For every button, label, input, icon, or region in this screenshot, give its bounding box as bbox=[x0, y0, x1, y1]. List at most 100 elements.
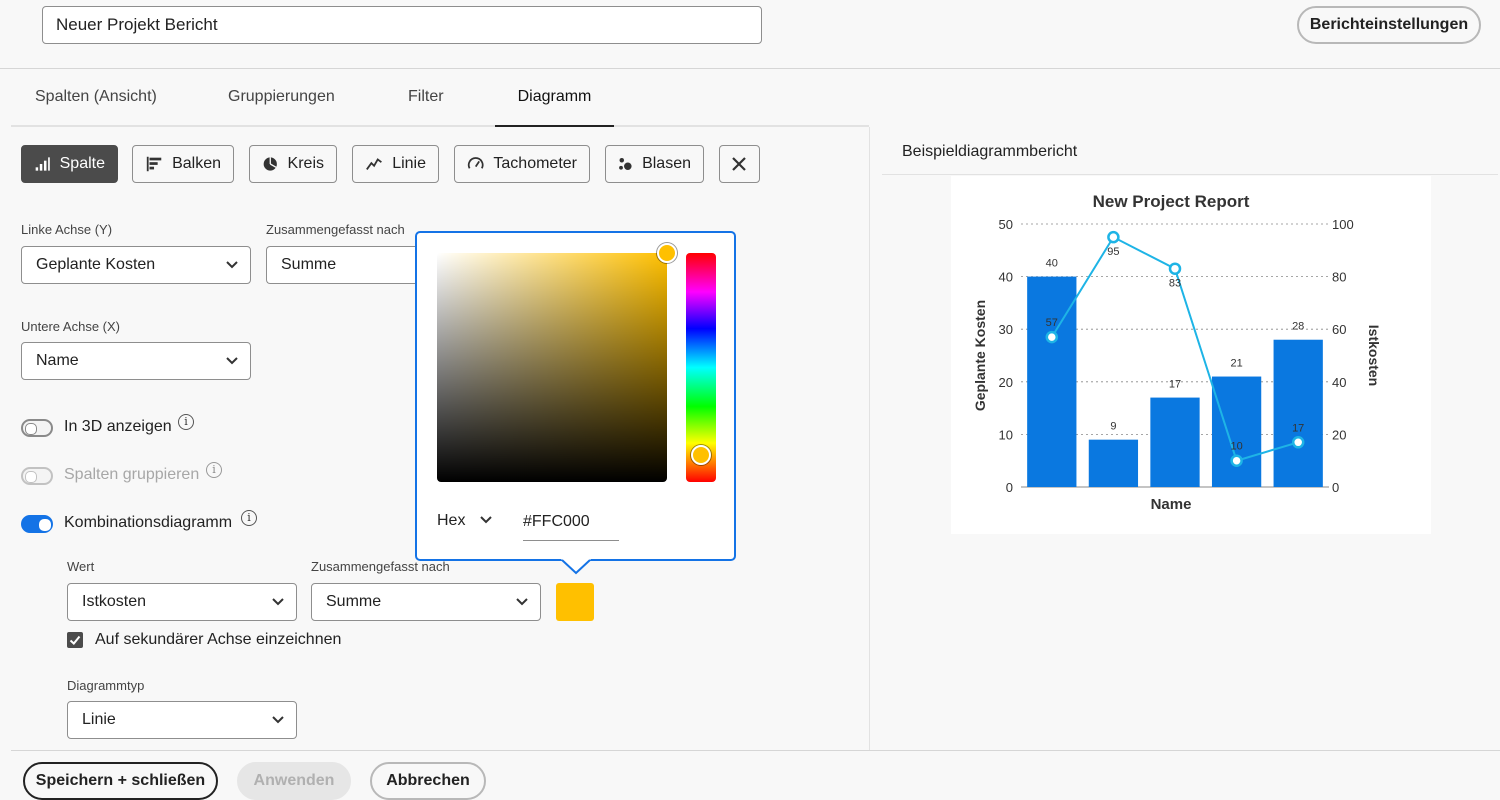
color-swatch[interactable] bbox=[556, 583, 594, 621]
bottom-axis-value: Name bbox=[36, 352, 79, 369]
y-axis-label: Geplante Kosten bbox=[972, 300, 988, 411]
tab-chart[interactable]: Diagramm bbox=[495, 88, 614, 127]
left-axis-value: Geplante Kosten bbox=[36, 256, 156, 273]
chevron-down-icon bbox=[272, 716, 284, 724]
x-axis-label: Name bbox=[1151, 496, 1192, 513]
chart-preview: New Project Report 0 10 20 30 40 50 0 20 40 60 80 10… bbox=[951, 176, 1431, 534]
chevron-down-icon bbox=[516, 598, 528, 606]
line-point bbox=[1107, 230, 1120, 244]
line-data-label: 95 bbox=[1107, 246, 1119, 258]
chart-type-pie-button[interactable]: Kreis bbox=[249, 145, 337, 183]
group-columns-label: Spalten gruppieren bbox=[64, 466, 200, 483]
line-data-label: 10 bbox=[1230, 441, 1242, 453]
left-aggregate-select[interactable]: Summe bbox=[266, 246, 426, 284]
tab-groupings[interactable]: Gruppierungen bbox=[228, 88, 335, 127]
secondary-axis-label: Auf sekundärer Achse einzeichnen bbox=[95, 631, 342, 648]
tab-columns[interactable]: Spalten (Ansicht) bbox=[35, 88, 157, 127]
combo-aggregate-select[interactable]: Summe bbox=[311, 583, 541, 621]
hue-handle[interactable] bbox=[691, 445, 711, 465]
y2-tick-label: 80 bbox=[1332, 270, 1346, 285]
line-data-label: 17 bbox=[1292, 422, 1304, 434]
left-axis-select[interactable]: Geplante Kosten bbox=[21, 246, 251, 284]
chart-svg: New Project Report 0 10 20 30 40 50 0 20 40 60 80 10… bbox=[972, 192, 1382, 513]
color-format-value: Hex bbox=[437, 512, 466, 529]
line-point bbox=[1291, 436, 1305, 449]
chart-type-label: Spalte bbox=[59, 155, 105, 172]
gauge-icon bbox=[467, 157, 484, 169]
line-point bbox=[1168, 262, 1182, 275]
bottom-axis-select[interactable]: Name bbox=[21, 342, 251, 380]
bar-data-label: 21 bbox=[1230, 358, 1242, 370]
preview-title: Beispieldiagrammbericht bbox=[902, 143, 1078, 160]
color-format-select[interactable]: Hex bbox=[437, 512, 492, 530]
chart-type-gauge-button[interactable]: Tachometer bbox=[454, 145, 590, 183]
chart-type-label: Kreis bbox=[287, 155, 324, 172]
combo-chart-label: Kombinationsdiagramm bbox=[64, 514, 233, 531]
chart-type-label: Blasen bbox=[642, 155, 691, 172]
tab-filter[interactable]: Filter bbox=[408, 88, 444, 127]
group-columns-toggle bbox=[21, 467, 53, 485]
y2-tick-label: 40 bbox=[1332, 375, 1346, 390]
bar bbox=[1150, 397, 1200, 487]
combo-aggregate-value: Summe bbox=[326, 593, 382, 610]
y-tick-label: 20 bbox=[999, 375, 1013, 390]
chevron-down-icon bbox=[226, 261, 238, 269]
bar-data-label: 9 bbox=[1110, 421, 1116, 433]
bar-chart-icon bbox=[146, 156, 162, 172]
combo-value-select[interactable]: Istkosten bbox=[67, 583, 297, 621]
y2-axis-label: Istkosten bbox=[1366, 325, 1382, 386]
header-bar: Neuer Projekt Bericht Berichteinstellung… bbox=[0, 0, 1500, 69]
y2-tick-label: 100 bbox=[1332, 217, 1354, 232]
bubble-chart-icon bbox=[619, 157, 632, 171]
remove-chart-button[interactable] bbox=[719, 145, 760, 183]
chart-preview-panel: Beispieldiagrammbericht New Project Repo… bbox=[869, 127, 1500, 750]
chart-type-line-button[interactable]: Linie bbox=[352, 145, 439, 183]
bar-data-label: 28 bbox=[1292, 321, 1304, 333]
y2-tick-label: 0 bbox=[1332, 480, 1339, 495]
report-settings-button[interactable]: Berichteinstellungen bbox=[1297, 6, 1481, 44]
show-3d-label: In 3D anzeigen bbox=[64, 418, 172, 435]
chart-type-label: Balken bbox=[172, 155, 221, 172]
save-close-button[interactable]: Speichern + schließen bbox=[23, 762, 218, 800]
combo-value-label: Wert bbox=[67, 559, 95, 574]
y-tick-label: 0 bbox=[1006, 480, 1013, 495]
chart-type-label: Linie bbox=[392, 155, 426, 172]
chart-type-column-button[interactable]: Spalte bbox=[21, 145, 118, 183]
info-icon[interactable]: i bbox=[178, 414, 194, 430]
chart-type-label: Tachometer bbox=[493, 155, 577, 172]
combo-chart-type-value: Linie bbox=[82, 711, 116, 728]
hex-input[interactable]: #FFC000 bbox=[523, 509, 619, 541]
bar-data-label: 40 bbox=[1046, 258, 1058, 270]
combo-value: Istkosten bbox=[82, 593, 147, 610]
y-tick-label: 40 bbox=[999, 270, 1013, 285]
bar bbox=[1088, 439, 1139, 487]
line-data-label: 83 bbox=[1169, 278, 1181, 290]
line-point bbox=[1230, 454, 1243, 467]
tab-bar: Spalten (Ansicht) Gruppierungen Filter D… bbox=[11, 70, 869, 127]
chart-type-bar-button[interactable]: Balken bbox=[132, 145, 234, 183]
combo-chart-toggle[interactable] bbox=[21, 515, 53, 533]
divider bbox=[882, 174, 1498, 175]
info-icon[interactable]: i bbox=[241, 510, 257, 526]
saturation-handle[interactable] bbox=[657, 243, 677, 263]
report-title-input[interactable]: Neuer Projekt Bericht bbox=[42, 6, 762, 44]
combo-aggregate-label: Zusammengefasst nach bbox=[311, 559, 450, 574]
show-3d-toggle[interactable] bbox=[21, 419, 53, 437]
y2-tick-label: 60 bbox=[1332, 322, 1346, 337]
y2-tick-label: 20 bbox=[1332, 427, 1346, 442]
close-icon bbox=[732, 157, 746, 171]
saturation-area[interactable] bbox=[437, 253, 667, 482]
color-picker-popover: Hex #FFC000 bbox=[415, 231, 736, 561]
left-aggregate-value: Summe bbox=[281, 256, 337, 273]
secondary-axis-checkbox[interactable] bbox=[67, 632, 83, 648]
chart-type-bubble-button[interactable]: Blasen bbox=[605, 145, 704, 183]
bottom-axis-label: Untere Achse (X) bbox=[21, 319, 120, 334]
bar bbox=[1211, 376, 1262, 487]
combo-chart-type-select[interactable]: Linie bbox=[67, 701, 297, 739]
cancel-button[interactable]: Abbrechen bbox=[370, 762, 486, 800]
footer-bar: Speichern + schließen Anwenden Abbrechen bbox=[11, 750, 1500, 800]
apply-button: Anwenden bbox=[237, 762, 351, 800]
y-tick-label: 50 bbox=[999, 217, 1013, 232]
info-icon[interactable]: i bbox=[206, 462, 222, 478]
left-axis-label: Linke Achse (Y) bbox=[21, 222, 113, 237]
